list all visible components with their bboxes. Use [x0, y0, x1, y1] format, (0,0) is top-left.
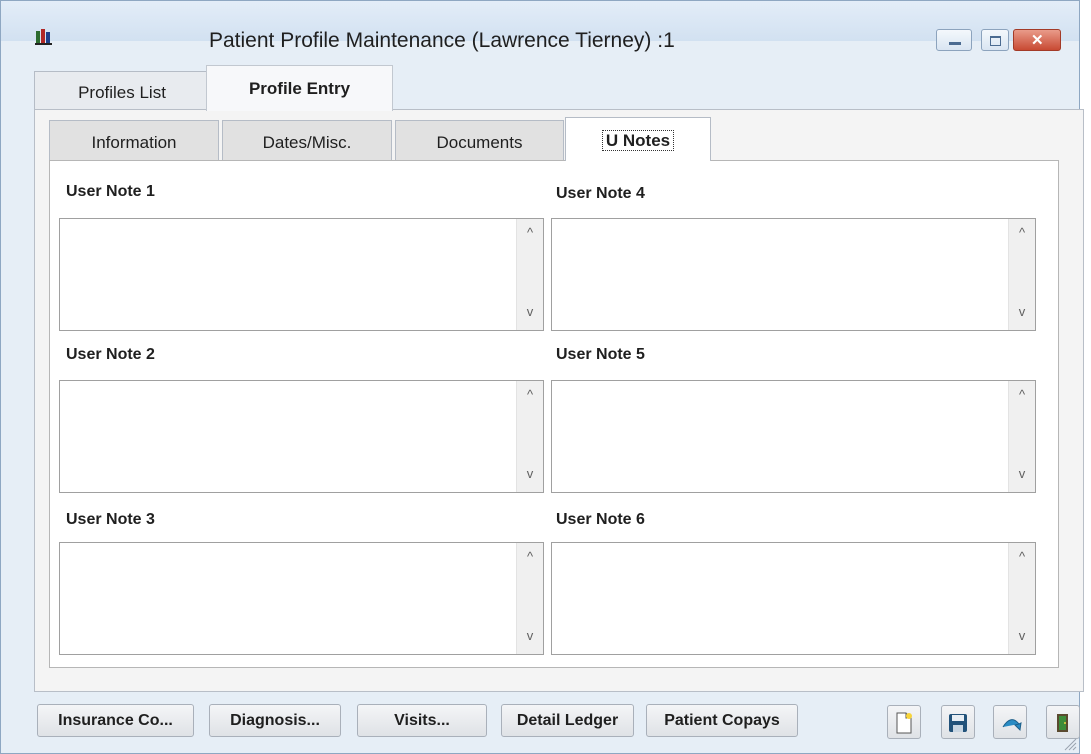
undo-button[interactable]	[993, 705, 1027, 739]
scroll-down-icon[interactable]: v	[1009, 628, 1035, 648]
new-document-icon	[896, 712, 912, 734]
tab-profile-entry[interactable]: Profile Entry	[206, 65, 393, 111]
user-note-6-box: ^ v	[551, 542, 1036, 655]
user-note-4-label: User Note 4	[556, 185, 645, 202]
close-button[interactable]	[1013, 29, 1061, 51]
minimize-button[interactable]	[936, 29, 972, 51]
visits-button[interactable]: Visits...	[357, 704, 487, 737]
insurance-co-button[interactable]: Insurance Co...	[37, 704, 194, 737]
scroll-up-icon[interactable]: ^	[517, 549, 543, 569]
user-note-2-box: ^ v	[59, 380, 544, 493]
user-note-4-field[interactable]	[552, 219, 1008, 330]
user-note-5-label: User Note 5	[556, 346, 645, 363]
user-note-1-label: User Note 1	[66, 183, 155, 200]
exit-button[interactable]	[1046, 705, 1080, 739]
save-icon	[949, 714, 967, 732]
user-note-1-field[interactable]	[60, 219, 516, 330]
tab-u-notes-label: U Notes	[601, 130, 675, 151]
tab-profiles-list[interactable]: Profiles List	[34, 71, 210, 109]
new-button[interactable]	[887, 705, 921, 739]
user-note-4-scrollbar[interactable]: ^ v	[1008, 219, 1035, 330]
user-note-5-field[interactable]	[552, 381, 1008, 492]
user-note-3-scrollbar[interactable]: ^ v	[516, 543, 543, 654]
app-books-icon	[35, 28, 53, 51]
tab-documents[interactable]: Documents	[395, 120, 564, 160]
user-note-3-box: ^ v	[59, 542, 544, 655]
user-note-1-scrollbar[interactable]: ^ v	[516, 219, 543, 330]
title-bar[interactable]: Patient Profile Maintenance (Lawrence Ti…	[1, 1, 1079, 52]
user-note-6-label: User Note 6	[556, 511, 645, 528]
diagnosis-button[interactable]: Diagnosis...	[209, 704, 341, 737]
scroll-down-icon[interactable]: v	[517, 304, 543, 324]
user-note-5-scrollbar[interactable]: ^ v	[1008, 381, 1035, 492]
tab-information[interactable]: Information	[49, 120, 219, 160]
user-note-2-field[interactable]	[60, 381, 516, 492]
scroll-up-icon[interactable]: ^	[1009, 549, 1035, 569]
exit-door-icon	[1057, 714, 1068, 732]
scroll-up-icon[interactable]: ^	[517, 387, 543, 407]
undo-icon	[1002, 719, 1022, 732]
scroll-down-icon[interactable]: v	[1009, 466, 1035, 486]
detail-ledger-button[interactable]: Detail Ledger	[501, 704, 634, 737]
scroll-down-icon[interactable]: v	[1009, 304, 1035, 324]
tab-u-notes[interactable]: U Notes	[565, 117, 711, 161]
patient-copays-button[interactable]: Patient Copays	[646, 704, 798, 737]
user-note-3-field[interactable]	[60, 543, 516, 654]
user-note-2-label: User Note 2	[66, 346, 155, 363]
user-note-4-box: ^ v	[551, 218, 1036, 331]
user-note-2-scrollbar[interactable]: ^ v	[516, 381, 543, 492]
resize-grip-icon[interactable]	[1063, 737, 1077, 751]
user-note-6-scrollbar[interactable]: ^ v	[1008, 543, 1035, 654]
save-button[interactable]	[941, 705, 975, 739]
scroll-down-icon[interactable]: v	[517, 628, 543, 648]
scroll-up-icon[interactable]: ^	[1009, 225, 1035, 245]
user-note-5-box: ^ v	[551, 380, 1036, 493]
scroll-up-icon[interactable]: ^	[517, 225, 543, 245]
tab-dates-misc[interactable]: Dates/Misc.	[222, 120, 392, 160]
user-note-6-field[interactable]	[552, 543, 1008, 654]
patient-profile-window: Patient Profile Maintenance (Lawrence Ti…	[0, 0, 1084, 754]
user-note-1-box: ^ v	[59, 218, 544, 331]
maximize-button[interactable]	[981, 29, 1009, 51]
window-title: Patient Profile Maintenance (Lawrence Ti…	[209, 29, 675, 52]
scroll-up-icon[interactable]: ^	[1009, 387, 1035, 407]
scroll-down-icon[interactable]: v	[517, 466, 543, 486]
user-note-3-label: User Note 3	[66, 511, 155, 528]
